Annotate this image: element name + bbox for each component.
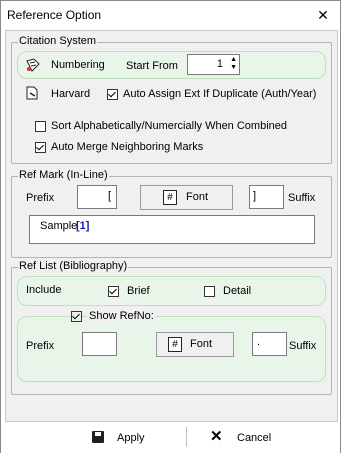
ref-list-font-button[interactable]: # Font: [156, 332, 234, 357]
ref-list-group: Ref List (Bibliography) Include Brief De…: [11, 260, 332, 395]
reference-option-dialog: Reference Option ✕ Citation System Numbe…: [0, 0, 341, 453]
footer-divider: [186, 427, 187, 447]
ref-mark-group: Ref Mark (In-Line) Prefix [ # Font ] Suf…: [11, 169, 332, 258]
auto-assign-label[interactable]: Auto Assign Ext If Duplicate (Auth/Year): [123, 88, 316, 100]
cancel-icon: ✕: [210, 428, 223, 445]
ref-list-suffix-input[interactable]: .: [252, 332, 287, 356]
ref-mark-suffix-value: ]: [253, 190, 257, 202]
ref-list-prefix-label: Prefix: [26, 340, 55, 352]
spin-up-icon[interactable]: ▲: [230, 56, 237, 64]
include-row: [17, 276, 326, 306]
ref-list-legend: Ref List (Bibliography): [18, 260, 129, 272]
apply-label: Apply: [117, 432, 145, 444]
dialog-body: Citation System Numbering Start From 1 ▲…: [5, 30, 338, 422]
cancel-label: Cancel: [237, 432, 272, 444]
citation-system-legend: Citation System: [18, 35, 98, 47]
sample-text: Sample: [40, 220, 78, 232]
ref-mark-prefix-value: [: [107, 190, 111, 202]
show-refno-label[interactable]: Show RefNo:: [87, 310, 156, 322]
harvard-icon[interactable]: [25, 86, 39, 100]
detail-label[interactable]: Detail: [223, 285, 251, 297]
ref-mark-font-button[interactable]: # Font: [140, 185, 233, 210]
auto-assign-checkbox[interactable]: [107, 89, 118, 100]
window-title: Reference Option: [7, 8, 102, 22]
ref-mark-sample-box: Sample [1]: [29, 215, 315, 244]
apply-button[interactable]: Apply: [87, 427, 157, 449]
cancel-button[interactable]: ✕ Cancel: [206, 427, 286, 449]
show-refno-checkbox[interactable]: [71, 311, 82, 322]
brief-label[interactable]: Brief: [127, 285, 150, 297]
include-label: Include: [26, 284, 62, 296]
ref-list-suffix-value: .: [257, 336, 261, 348]
ref-mark-font-label: Font: [186, 191, 209, 203]
ref-mark-suffix-input[interactable]: ]: [249, 185, 284, 209]
close-icon[interactable]: ✕: [314, 6, 332, 24]
font-icon: #: [163, 190, 177, 205]
brief-checkbox[interactable]: [108, 286, 119, 297]
start-from-value: 1: [216, 58, 223, 70]
ref-list-suffix-label: Suffix: [289, 340, 317, 352]
ref-list-prefix-input[interactable]: [82, 332, 117, 356]
save-icon: [92, 431, 104, 443]
harvard-label[interactable]: Harvard: [51, 88, 90, 100]
numbering-icon[interactable]: [25, 57, 41, 73]
start-from-spinbox[interactable]: 1 ▲ ▼: [187, 54, 240, 75]
sample-mark: [1]: [76, 220, 90, 232]
ref-mark-legend: Ref Mark (In-Line): [18, 169, 109, 181]
auto-merge-label[interactable]: Auto Merge Neighboring Marks: [51, 141, 203, 153]
start-from-label: Start From: [126, 60, 178, 72]
auto-merge-checkbox[interactable]: [35, 142, 46, 153]
footer-bar: Apply ✕ Cancel: [1, 423, 340, 453]
ref-mark-prefix-label: Prefix: [26, 192, 55, 204]
citation-system-group: Citation System Numbering Start From 1 ▲…: [11, 35, 332, 164]
detail-checkbox[interactable]: [204, 286, 215, 297]
spin-down-icon[interactable]: ▼: [230, 64, 237, 72]
sort-label[interactable]: Sort Alphabetically/Numercially When Com…: [51, 120, 287, 132]
ref-mark-prefix-input[interactable]: [: [77, 185, 117, 209]
font-icon: #: [168, 337, 182, 352]
ref-list-font-label: Font: [190, 338, 213, 350]
ref-mark-suffix-label: Suffix: [288, 192, 316, 204]
title-bar: Reference Option ✕: [1, 1, 340, 29]
sort-checkbox[interactable]: [35, 121, 46, 132]
numbering-label[interactable]: Numbering: [51, 59, 105, 71]
